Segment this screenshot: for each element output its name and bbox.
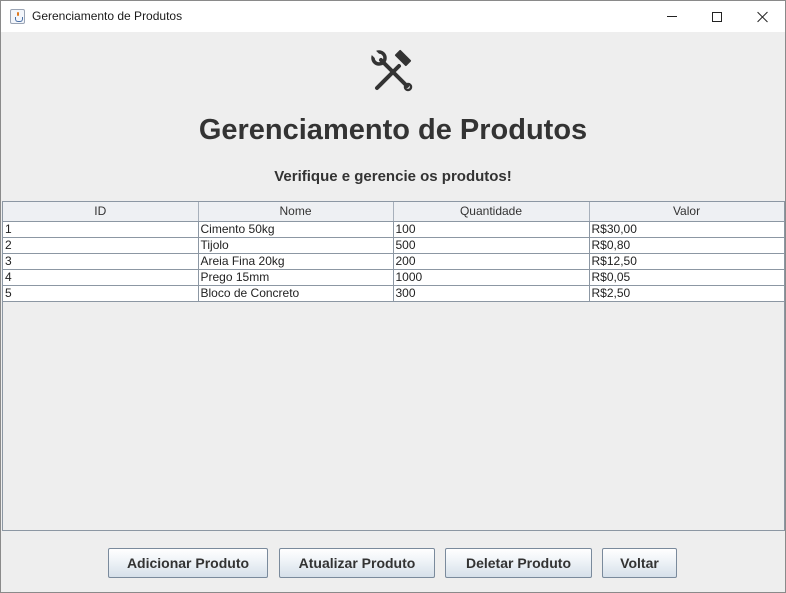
page-subtitle: Verifique e gerencie os produtos! (274, 168, 512, 185)
cell-valor[interactable]: R$0,80 (589, 237, 785, 254)
column-header-nome[interactable]: Nome (198, 202, 394, 222)
cell-quantidade[interactable]: 300 (393, 285, 590, 302)
cell-nome[interactable]: Tijolo (198, 237, 394, 254)
cell-valor[interactable]: R$12,50 (589, 253, 785, 270)
page-title: Gerenciamento de Produtos (198, 114, 588, 146)
table-row[interactable]: 3 Areia Fina 20kg 200 R$12,50 (3, 253, 785, 270)
column-header-quantidade[interactable]: Quantidade (393, 202, 590, 222)
main-content: Gerenciamento de Produtos Verifique e ge… (1, 32, 785, 592)
close-icon (757, 11, 769, 23)
cell-id[interactable]: 5 (3, 285, 199, 302)
minimize-button[interactable] (649, 1, 695, 32)
table-header-row: ID Nome Quantidade Valor (3, 202, 785, 222)
cell-id[interactable]: 2 (3, 237, 199, 254)
table-row[interactable]: 2 Tijolo 500 R$0,80 (3, 237, 785, 254)
cell-valor[interactable]: R$2,50 (589, 285, 785, 302)
back-button[interactable]: Voltar (602, 548, 677, 578)
cell-quantidade[interactable]: 500 (393, 237, 590, 254)
window-title: Gerenciamento de Produtos (32, 9, 183, 23)
minimize-icon (667, 16, 677, 17)
maximize-icon (712, 11, 722, 22)
cell-id[interactable]: 1 (3, 221, 199, 238)
cell-quantidade[interactable]: 200 (393, 253, 590, 270)
products-table-scrollpane[interactable]: ID Nome Quantidade Valor 1 Cimento 50kg … (2, 201, 785, 531)
delete-product-button[interactable]: Deletar Produto (445, 548, 592, 578)
cell-nome[interactable]: Prego 15mm (198, 269, 394, 286)
cell-valor[interactable]: R$0,05 (589, 269, 785, 286)
title-bar: Gerenciamento de Produtos (1, 1, 785, 32)
column-header-id[interactable]: ID (3, 202, 199, 222)
cell-id[interactable]: 3 (3, 253, 199, 270)
table-row[interactable]: 4 Prego 15mm 1000 R$0,05 (3, 269, 785, 286)
maximize-button[interactable] (694, 1, 740, 32)
cell-nome[interactable]: Areia Fina 20kg (198, 253, 394, 270)
update-product-button[interactable]: Atualizar Produto (279, 548, 435, 578)
products-table[interactable]: ID Nome Quantidade Valor 1 Cimento 50kg … (3, 202, 785, 302)
cell-nome[interactable]: Bloco de Concreto (198, 285, 394, 302)
table-row[interactable]: 1 Cimento 50kg 100 R$30,00 (3, 221, 785, 238)
app-window: Gerenciamento de Produtos Gerenciamento … (0, 0, 786, 593)
cell-quantidade[interactable]: 100 (393, 221, 590, 238)
tools-hammer-wrench-icon (370, 49, 413, 92)
close-button[interactable] (740, 1, 785, 32)
cell-valor[interactable]: R$30,00 (589, 221, 785, 238)
cell-quantidade[interactable]: 1000 (393, 269, 590, 286)
cell-nome[interactable]: Cimento 50kg (198, 221, 394, 238)
table-row[interactable]: 5 Bloco de Concreto 300 R$2,50 (3, 285, 785, 302)
column-header-valor[interactable]: Valor (589, 202, 785, 222)
java-app-icon (10, 9, 25, 24)
add-product-button[interactable]: Adicionar Produto (108, 548, 268, 578)
cell-id[interactable]: 4 (3, 269, 199, 286)
